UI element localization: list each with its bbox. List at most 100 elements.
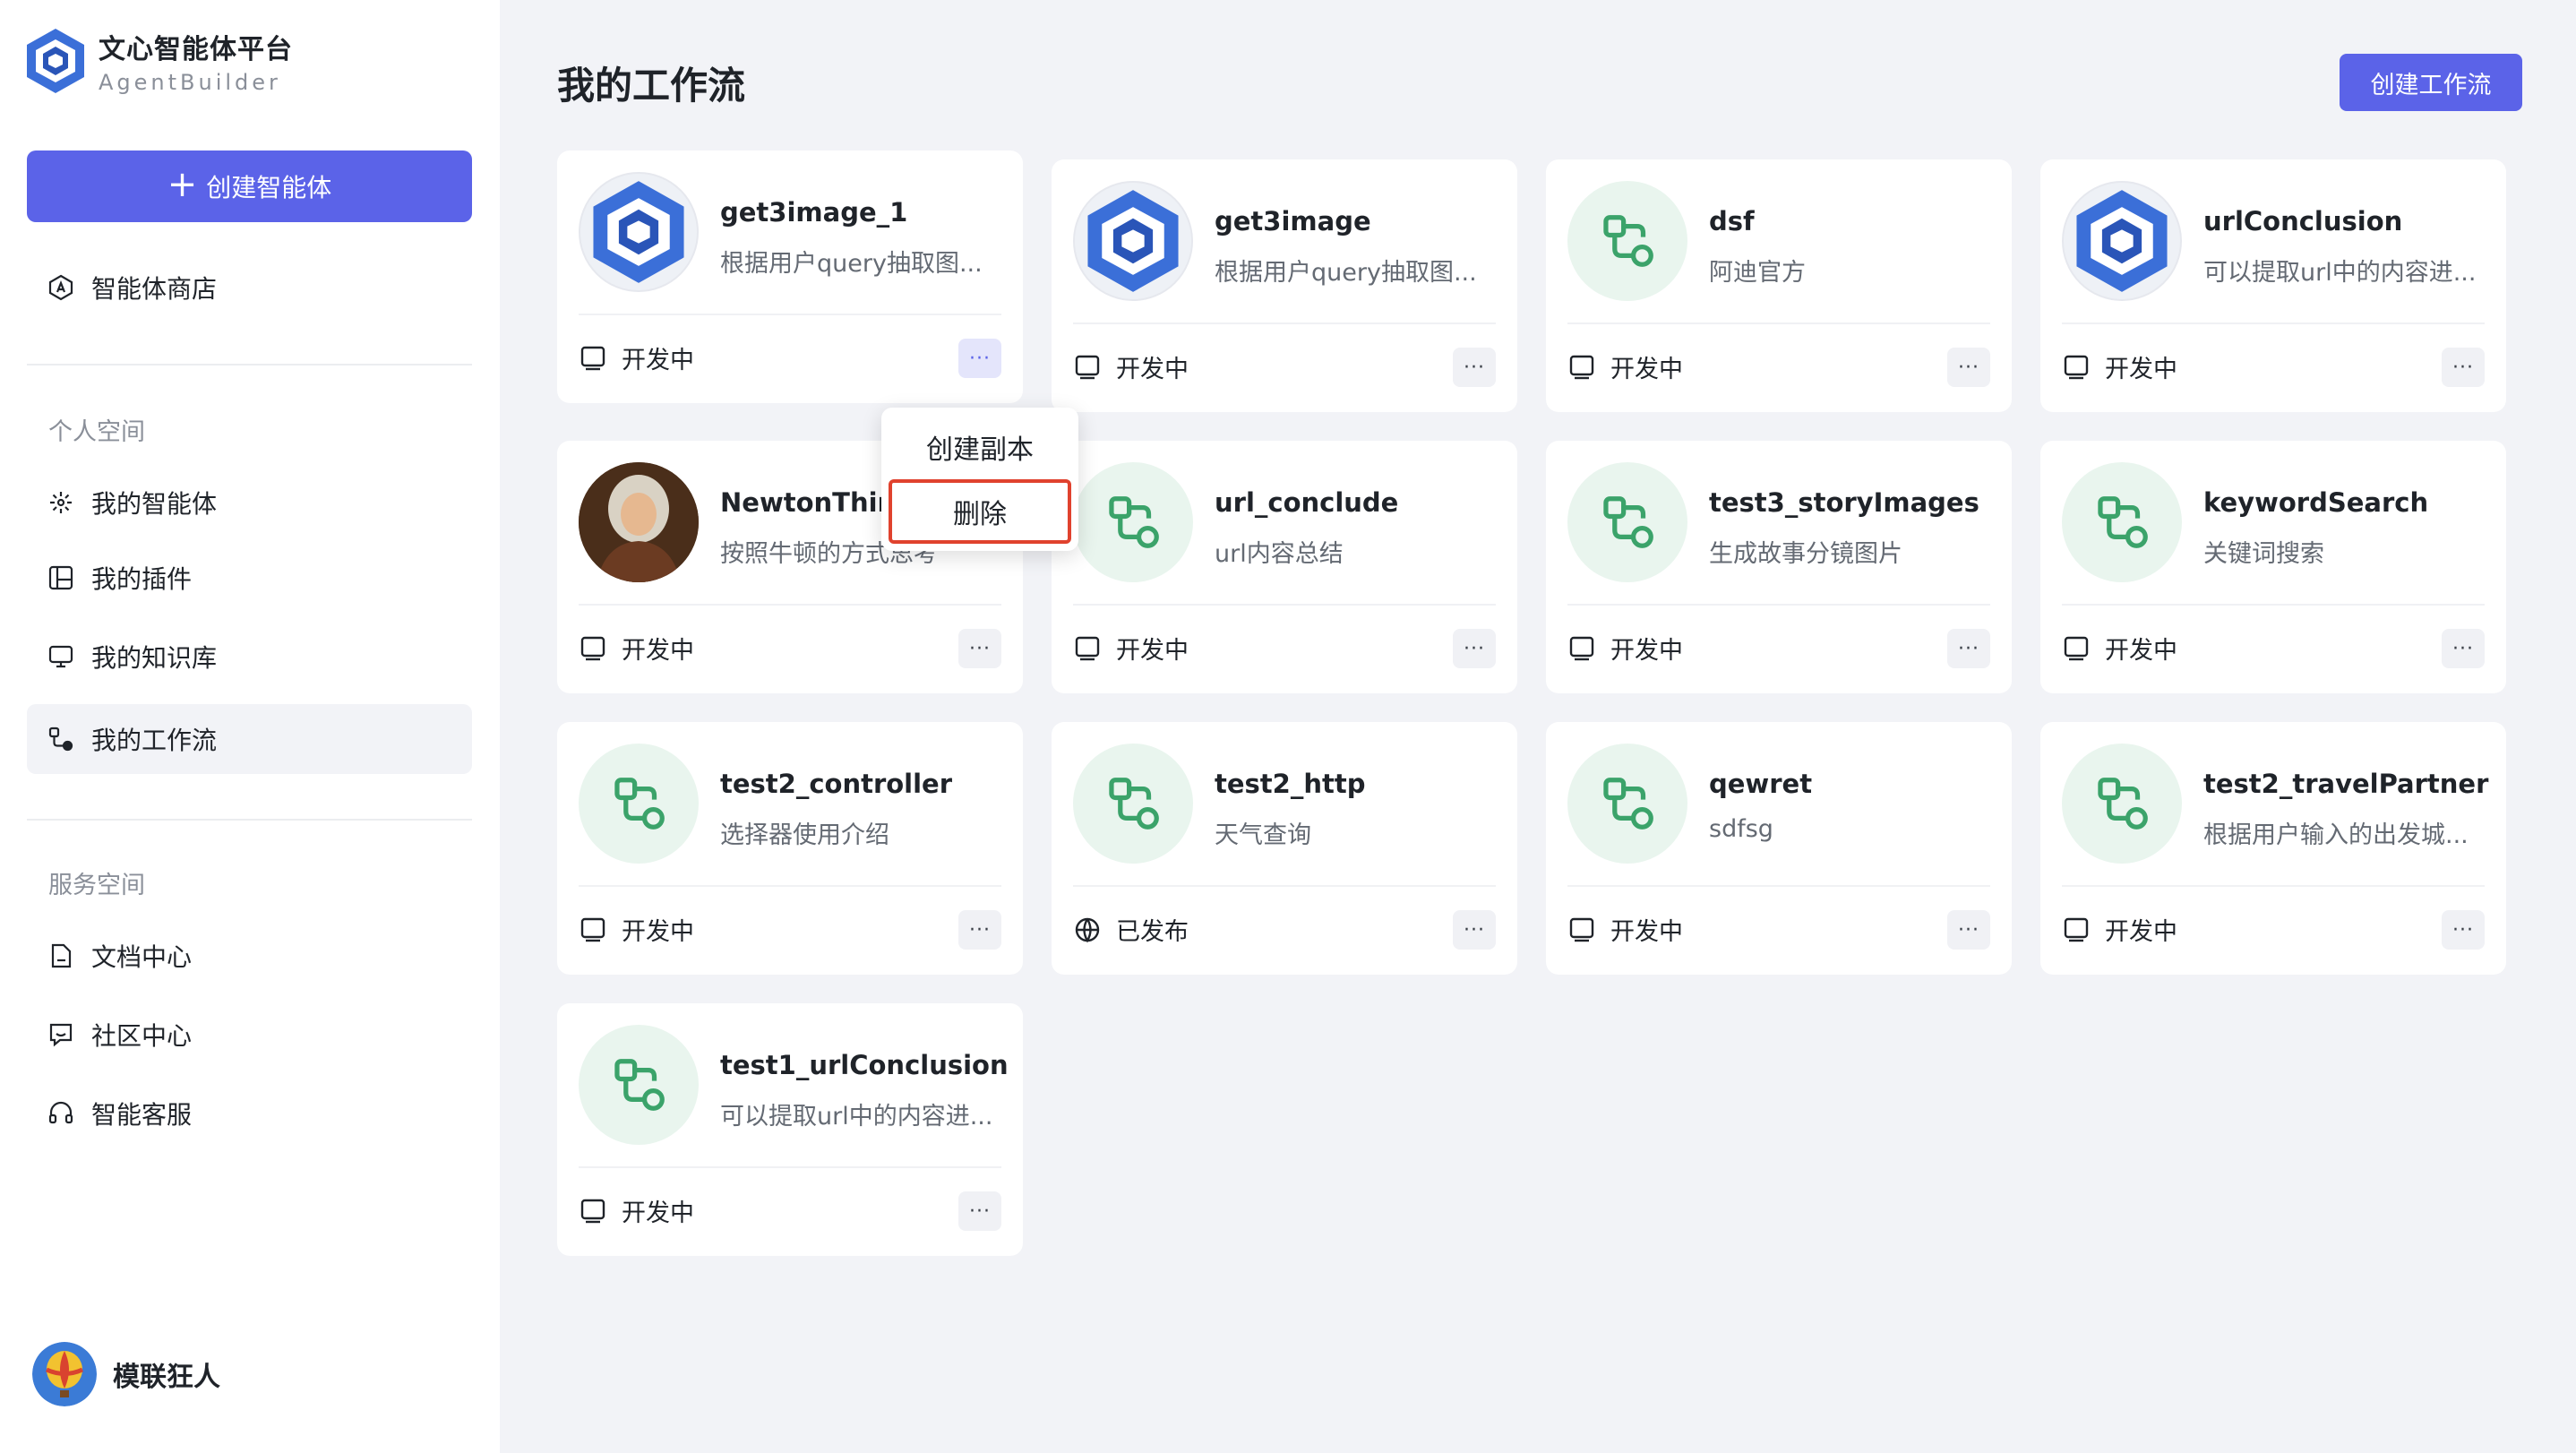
developing-icon [2064,355,2089,379]
workflow-desc: 阿迪官方 [1709,259,1806,287]
workflow-card[interactable]: urlConclusion 可以提取url中的内容进... 开发中 ··· [2040,159,2506,412]
sidebar-item-my-knowledge[interactable]: 我的知识库 [27,622,472,692]
workflow-card[interactable]: test2_http 天气查询 已发布 ··· [1052,722,1517,975]
brand-subtitle: AgentBuilder [99,70,281,95]
user-name: 模联狂人 [113,1362,220,1393]
workflow-icon [1603,496,1653,548]
sidebar-item-store[interactable]: 智能体商店 [27,253,472,322]
workflow-avatar [1073,462,1193,582]
create-workflow-button[interactable]: 创建工作流 [2340,54,2522,111]
status-label: 已发布 [1116,918,1189,946]
workflow-name: urlConclusion [2203,206,2403,236]
workflow-card[interactable]: keywordSearch 关键词搜索 开发中 ··· [2040,441,2506,693]
more-button[interactable]: ··· [958,629,1001,668]
workflow-name: test2_controller [720,769,953,799]
workflow-status: 开发中 [2062,631,2177,666]
sidebar-item-label: 智能体商店 [91,274,218,304]
more-button[interactable]: ··· [2442,348,2485,387]
workflow-card[interactable]: test2_travelPartner 根据用户输入的出发城... 开发中 ··… [2040,722,2506,975]
status-label: 开发中 [2105,918,2177,946]
delete-menu-item[interactable]: 删除 [889,479,1071,544]
more-button[interactable]: ··· [1947,629,1990,668]
developing-icon [2064,636,2089,660]
more-button[interactable]: ··· [1947,348,1990,387]
workflow-card[interactable]: url_conclude url内容总结 开发中 ··· [1052,441,1517,693]
workflow-status: 开发中 [579,340,694,375]
workflow-icon [1109,778,1159,830]
workflow-icon [614,778,665,830]
developing-icon [1569,636,1594,660]
workflow-card[interactable]: test3_storyImages 生成故事分镜图片 开发中 ··· [1546,441,2012,693]
create-agent-button[interactable]: + 创建智能体 [27,150,472,222]
developing-icon [580,1199,605,1223]
sidebar-item-label: 文档中心 [91,942,193,972]
more-button[interactable]: ··· [958,339,1001,378]
workflow-avatar [579,1025,699,1145]
workflow-desc: 关键词搜索 [2203,540,2324,568]
workflow-avatar [1073,181,1193,301]
workflow-status: 开发中 [1567,912,1683,947]
workflow-name: qewret [1709,769,1813,799]
divider [1073,604,1496,606]
more-button[interactable]: ··· [958,910,1001,950]
more-button[interactable]: ··· [1947,910,1990,950]
workflow-card[interactable]: test2_controller 选择器使用介绍 开发中 ··· [557,722,1023,975]
developing-icon [1569,355,1594,379]
more-button[interactable]: ··· [958,1191,1001,1231]
divider [579,604,1001,606]
workflow-status: 开发中 [579,1193,694,1228]
workflow-card[interactable]: test1_urlConclusion 可以提取url中的内容进... 开发中 … [557,1003,1023,1256]
sidebar-item-label: 我的智能体 [91,489,218,519]
more-button[interactable]: ··· [1453,910,1496,950]
sidebar-item-docs[interactable]: 文档中心 [27,921,472,991]
monitor-icon [48,645,73,668]
workflow-icon [2098,496,2148,548]
page-title: 我的工作流 [557,64,746,107]
divider [579,314,1001,315]
sidebar-item-my-agents[interactable]: 我的智能体 [27,468,472,537]
chat-icon [49,1023,73,1047]
workflow-avatar [1073,744,1193,864]
globe-icon [1075,917,1100,942]
sidebar-item-my-plugins[interactable]: 我的插件 [27,543,472,613]
workflow-icon [614,1059,665,1111]
plugin-icon [48,565,73,590]
sidebar-item-label: 我的知识库 [91,643,218,673]
workflow-icon [1109,496,1159,548]
more-button[interactable]: ··· [2442,910,2485,950]
status-label: 开发中 [2105,356,2177,383]
developing-icon [580,636,605,660]
developing-icon [2064,917,2089,941]
developing-icon [1075,355,1100,379]
workflow-status: 已发布 [1073,912,1189,947]
workflow-status: 开发中 [1567,349,1683,384]
divider [1567,885,1990,887]
workflow-desc: 根据用户输入的出发城... [2203,821,2469,849]
agentbuilder-logo-icon [593,181,684,283]
create-agent-label: 创建智能体 [206,173,332,202]
workflow-desc: 根据用户query抽取图... [720,250,983,278]
newton-portrait-icon [579,462,699,582]
workflow-status: 开发中 [1073,631,1189,666]
divider [1567,322,1990,324]
workflow-avatar [1567,181,1687,301]
brand[interactable]: 文心智能体平台 AgentBuilder [25,27,293,95]
workflow-card[interactable]: get3image 根据用户query抽取图... 开发中 ··· [1052,159,1517,412]
status-label: 开发中 [622,918,694,946]
workflow-icon [1603,215,1653,267]
status-label: 开发中 [622,347,694,374]
sidebar-item-my-workflows[interactable]: 我的工作流 [27,704,472,774]
sidebar-item-support[interactable]: 智能客服 [27,1079,472,1148]
workflow-card[interactable]: dsf 阿迪官方 开发中 ··· [1546,159,2012,412]
sidebar-item-community[interactable]: 社区中心 [27,1000,472,1070]
create-copy-menu-item[interactable]: 创建副本 [881,418,1078,476]
workflow-avatar [2062,462,2182,582]
more-button[interactable]: ··· [1453,629,1496,668]
more-button[interactable]: ··· [1453,348,1496,387]
workflow-card[interactable]: get3image_1 根据用户query抽取图... 开发中 ··· [557,150,1023,403]
user-profile[interactable]: 模联狂人 [32,1342,220,1406]
divider [1073,322,1496,324]
more-button[interactable]: ··· [2442,629,2485,668]
workflow-card[interactable]: qewret sdfsg 开发中 ··· [1546,722,2012,975]
divider [27,819,472,821]
